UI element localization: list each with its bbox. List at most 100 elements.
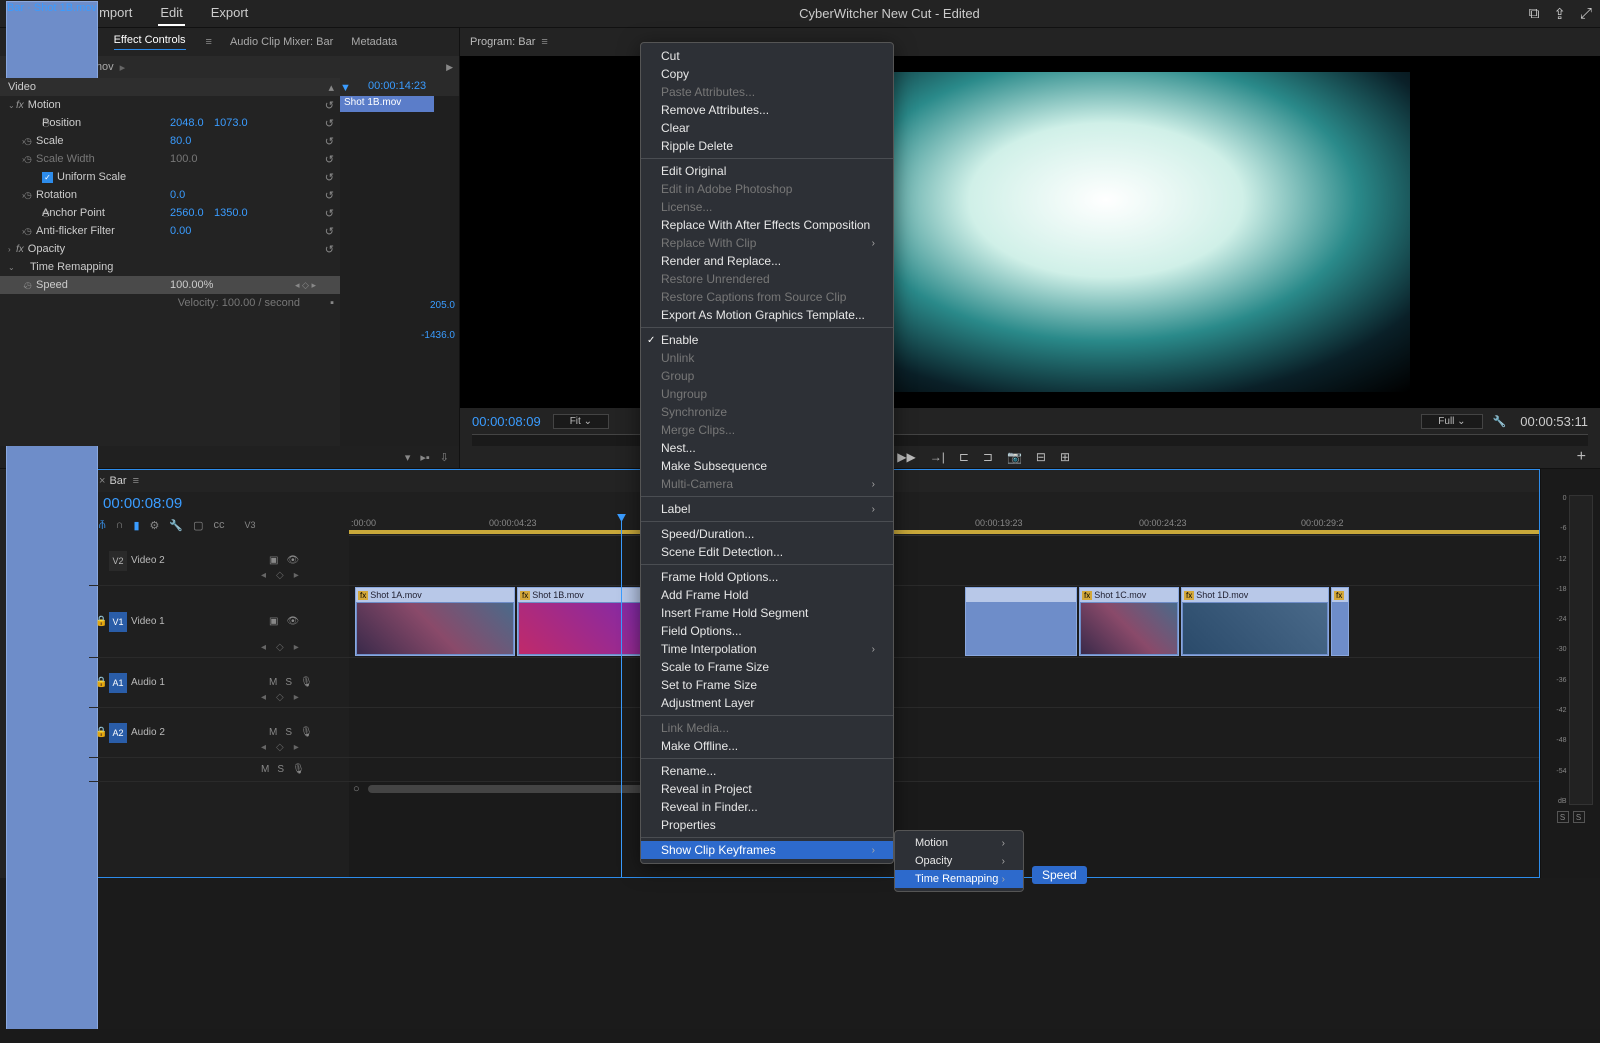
- ctx-properties[interactable]: Properties: [641, 816, 893, 834]
- zoom-fit-select[interactable]: Fit ⌄: [553, 414, 609, 429]
- caption-icon[interactable]: cc: [214, 519, 225, 531]
- ctx-export-as-motion-graphics-template-[interactable]: Export As Motion Graphics Template...: [641, 306, 893, 324]
- ctxsub-time-remapping[interactable]: Time Remapping›: [895, 870, 1023, 888]
- reset-icon[interactable]: ↺: [325, 99, 334, 112]
- position-y[interactable]: 1073.0: [214, 117, 248, 129]
- stopwatch-icon[interactable]: ◷: [24, 280, 36, 291]
- ctx-ripple-delete[interactable]: Ripple Delete: [641, 137, 893, 155]
- ctx-edit-original[interactable]: Edit Original: [641, 162, 893, 180]
- track-target-v2[interactable]: V2: [109, 551, 127, 571]
- time-remapping-effect[interactable]: Time Remapping: [30, 261, 113, 273]
- quick-export-icon[interactable]: ⧉: [1529, 5, 1540, 23]
- fx-clip-chip[interactable]: Shot 1B.mov: [340, 96, 434, 112]
- ctx-render-and-replace-[interactable]: Render and Replace...: [641, 252, 893, 270]
- workspace-edit[interactable]: Edit: [158, 1, 184, 26]
- keyframe-nav[interactable]: ◂ ◇ ▸: [295, 280, 316, 291]
- mark-in-button[interactable]: ⊏: [959, 450, 969, 464]
- ctx-cut[interactable]: Cut: [641, 47, 893, 65]
- play-toggle-icon[interactable]: ▶: [446, 62, 453, 73]
- disclosure-icon[interactable]: ⌄: [8, 281, 24, 290]
- keyframe-diamond-icon[interactable]: ◇: [276, 570, 284, 581]
- workspace-export[interactable]: Export: [209, 1, 251, 26]
- clip-shot-1d[interactable]: fxShot 1D.mov: [1181, 587, 1329, 656]
- wrench-icon[interactable]: 🔧: [169, 519, 183, 532]
- scale-value[interactable]: 80.0: [170, 135, 191, 147]
- reset-icon[interactable]: ↺: [325, 135, 334, 148]
- lock-icon[interactable]: 🔒: [95, 677, 109, 688]
- reset-icon[interactable]: ↺: [325, 171, 334, 184]
- effect-timeline[interactable]: ▼00:00:14:23 Shot 1B.mov 205.0 -1436.0: [340, 78, 459, 446]
- ctx-remove-attributes-[interactable]: Remove Attributes...: [641, 101, 893, 119]
- lock-icon[interactable]: 🔒: [95, 727, 109, 738]
- extract-button[interactable]: ⊞: [1060, 450, 1070, 464]
- reset-icon[interactable]: ↺: [325, 243, 334, 256]
- ctx-time-interpolation[interactable]: Time Interpolation›: [641, 640, 893, 658]
- mute-icon[interactable]: M: [269, 677, 277, 688]
- track-target-a1[interactable]: A1: [109, 673, 127, 693]
- share-icon[interactable]: ⇪: [1553, 5, 1566, 23]
- reset-icon[interactable]: ↺: [325, 117, 334, 130]
- anchor-y[interactable]: 1350.0: [214, 207, 248, 219]
- workspace-import[interactable]: Import: [93, 1, 134, 26]
- export-frame-button[interactable]: 📷: [1007, 450, 1022, 464]
- motion-effect[interactable]: Motion: [28, 99, 61, 111]
- marker-icon[interactable]: ▮: [133, 519, 139, 532]
- sequence-name[interactable]: Bar: [109, 475, 126, 487]
- disclosure-icon[interactable]: ›: [8, 245, 16, 254]
- playhead[interactable]: [621, 514, 622, 877]
- settings-icon[interactable]: 🔧: [1493, 415, 1507, 428]
- record-icon[interactable]: 🎙: [300, 677, 313, 688]
- context-submenu[interactable]: Motion›Opacity›Time Remapping›: [894, 830, 1024, 892]
- snap-icon[interactable]: ⫚: [99, 519, 106, 532]
- insert-icon[interactable]: ▸▪: [420, 451, 429, 464]
- program-timecode[interactable]: 00:00:08:09: [472, 414, 541, 429]
- close-tab-icon[interactable]: ×: [99, 475, 105, 487]
- toggle-visibility-icon[interactable]: 👁: [286, 555, 299, 566]
- keyframe-diamond-icon[interactable]: ◇: [276, 642, 284, 653]
- ctx-copy[interactable]: Copy: [641, 65, 893, 83]
- solo-icon[interactable]: S: [285, 677, 292, 688]
- solo-r[interactable]: S: [1573, 811, 1585, 823]
- playhead-icon[interactable]: ▼: [340, 82, 351, 94]
- ctx-nest-[interactable]: Nest...: [641, 439, 893, 457]
- next-edit-button[interactable]: →|: [930, 450, 945, 464]
- position-x[interactable]: 2048.0: [170, 117, 204, 129]
- panel-menu-icon[interactable]: ≡: [541, 36, 547, 48]
- timeline-ruler[interactable]: :00:00 00:00:04:23 00:00:09:23 00:00:19:…: [349, 514, 1539, 536]
- step-forward-button[interactable]: ▶▶: [897, 450, 915, 464]
- ctx-set-to-frame-size[interactable]: Set to Frame Size: [641, 676, 893, 694]
- clip-tail[interactable]: fx: [1331, 587, 1349, 656]
- stopwatch-icon[interactable]: ◷: [24, 190, 36, 201]
- clip-shot-1a[interactable]: fxShot 1A.mov: [355, 587, 515, 656]
- reset-icon[interactable]: ↺: [325, 207, 334, 220]
- ctx-add-frame-hold[interactable]: Add Frame Hold: [641, 586, 893, 604]
- ctx-reveal-in-finder-[interactable]: Reveal in Finder...: [641, 798, 893, 816]
- disclosure-icon[interactable]: ⌄: [8, 101, 16, 110]
- ctx-make-offline-[interactable]: Make Offline...: [641, 737, 893, 755]
- toggle-output-icon[interactable]: ▣: [269, 616, 278, 627]
- ctx-scale-to-frame-size[interactable]: Scale to Frame Size: [641, 658, 893, 676]
- toggle-visibility-icon[interactable]: 👁: [286, 616, 299, 627]
- ctx-show-clip-keyframes[interactable]: Show Clip Keyframes›: [641, 841, 893, 859]
- clip-gap-1[interactable]: [965, 587, 1077, 656]
- ctx-reveal-in-project[interactable]: Reveal in Project: [641, 780, 893, 798]
- ctx-scene-edit-detection-[interactable]: Scene Edit Detection...: [641, 543, 893, 561]
- context-sub-speed[interactable]: Speed: [1032, 866, 1087, 884]
- tab-metadata[interactable]: Metadata: [351, 36, 397, 48]
- clip-shot-1c[interactable]: fxShot 1C.mov: [1079, 587, 1179, 656]
- ctx-frame-hold-options-[interactable]: Frame Hold Options...: [641, 568, 893, 586]
- ctx-enable[interactable]: ✓Enable: [641, 331, 893, 349]
- resolution-select[interactable]: Full ⌄: [1421, 414, 1482, 429]
- lock-icon[interactable]: 🔒: [95, 616, 109, 627]
- tab-effect-controls[interactable]: Effect Controls: [114, 34, 186, 50]
- antiflicker-value[interactable]: 0.00: [170, 225, 191, 237]
- record-icon[interactable]: 🎙: [300, 727, 313, 738]
- stopwatch-icon[interactable]: ◷: [24, 226, 36, 237]
- solo-l[interactable]: S: [1557, 811, 1569, 823]
- track-target-v1[interactable]: V1: [109, 612, 127, 632]
- scroll-up-icon[interactable]: ▴: [328, 81, 334, 94]
- solo-icon[interactable]: S: [285, 727, 292, 738]
- timeline-timecode[interactable]: 00:00:08:09: [103, 495, 182, 512]
- stopwatch-icon[interactable]: ◷: [8, 118, 42, 129]
- rotation-value[interactable]: 0.0: [170, 189, 185, 201]
